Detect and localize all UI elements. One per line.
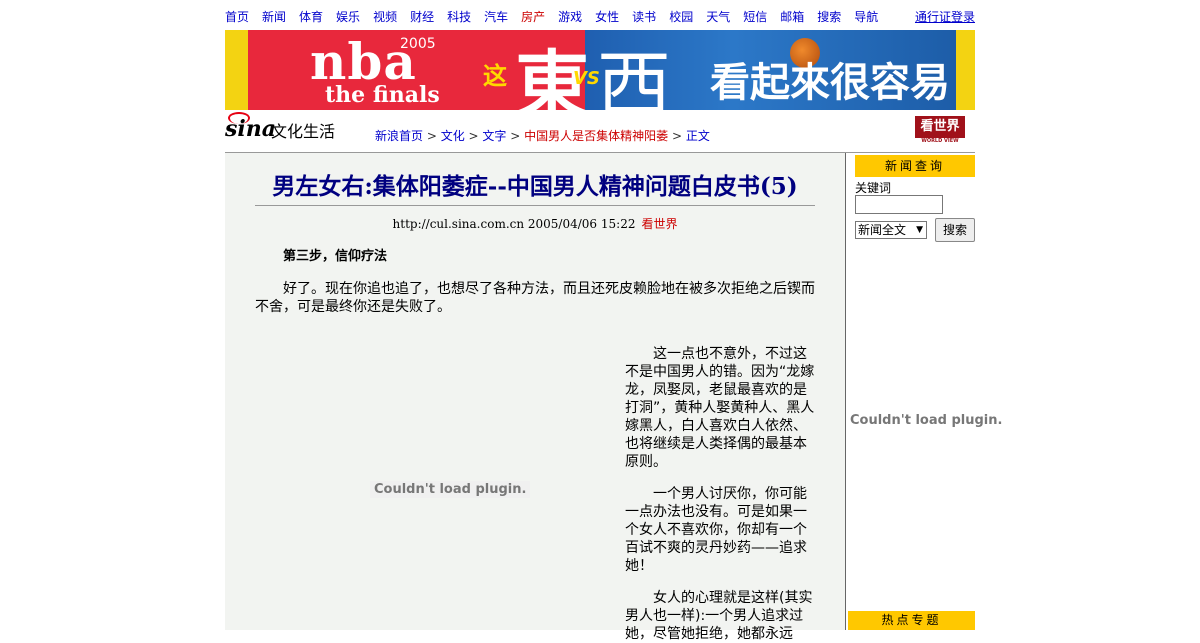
article-paragraph-4: 女人的心理就是这样(其实男人也一样):一个男人追求过她，尽管她拒绝，她都永远: [625, 590, 813, 642]
plugin-error-message: Couldn't load plugin.: [370, 481, 531, 498]
nav-sms[interactable]: 短信: [743, 8, 767, 25]
nav-finance[interactable]: 财经: [410, 8, 434, 25]
keyword-label: 关键词: [855, 181, 892, 195]
nav-auto[interactable]: 汽车: [484, 8, 508, 25]
hot-topics-header: 热点专题: [848, 611, 975, 630]
chevron-down-icon: ▼: [916, 225, 923, 235]
nav-games[interactable]: 游戏: [558, 8, 582, 25]
nav-entertainment[interactable]: 娱乐: [336, 8, 360, 25]
banner-finals-text: the finals: [325, 82, 440, 108]
nav-news[interactable]: 新闻: [262, 8, 286, 25]
search-button[interactable]: 搜索: [935, 218, 975, 242]
breadcrumb-current[interactable]: 正文: [686, 129, 710, 143]
article-meta: http://cul.sina.com.cn 2005/04/06 15:22 看…: [225, 215, 845, 232]
search-scope-value: 新闻全文: [858, 223, 907, 237]
article-paragraph-2: 这一点也不意外，不过这不是中国男人的错。因为“龙嫁龙，凤娶凤，老鼠最喜欢的是打洞…: [625, 346, 815, 470]
breadcrumb: 新浪首页 > 文化 > 文字 > 中国男人是否集体精神阳萎 > 正文: [375, 127, 710, 144]
sidebar: 新闻查询 关键词 新闻全文 ▼ 搜索 Couldn't load plugin.…: [846, 153, 1002, 630]
news-search-header: 新闻查询: [855, 155, 975, 177]
breadcrumb-sep: >: [506, 129, 525, 143]
article-title: 男左女右:集体阳萎症--中国男人精神问题白皮书(5): [272, 173, 798, 200]
kanshijie-logo-sub: WORLD VIEW: [915, 138, 965, 144]
search-scope-select[interactable]: 新闻全文 ▼: [855, 221, 927, 239]
banner-xi: 西: [597, 43, 671, 110]
banner-vs: VS: [573, 68, 600, 89]
article-area: 男左女右:集体阳萎症--中国男人精神问题白皮书(5) http://cul.si…: [225, 153, 845, 642]
banner-year: 2005: [400, 36, 436, 52]
banner-slogan: 看起來很容易: [710, 59, 950, 106]
page-container: 首页 新闻 体育 娱乐 视频 财经 科技 汽车 房产 游戏 女性 读书 校园 天气 短信 邮箱 搜索 导航 通行证…: [225, 0, 1002, 642]
breadcrumb-sep: >: [423, 129, 441, 143]
breadcrumb-sep: >: [464, 129, 483, 143]
nav-video[interactable]: 视频: [373, 8, 397, 25]
nav-sports[interactable]: 体育: [299, 8, 323, 25]
breadcrumb-culture[interactable]: 文化: [441, 129, 465, 143]
keyword-input[interactable]: [855, 195, 943, 214]
nav-campus[interactable]: 校园: [669, 8, 693, 25]
nav-books[interactable]: 读书: [632, 8, 656, 25]
channel-name: 文化生活: [271, 122, 336, 141]
article-url-date: http://cul.sina.com.cn 2005/04/06 15:22: [392, 217, 636, 231]
banner-zhe: 这: [483, 62, 507, 90]
article-paragraph-3: 一个男人讨厌你，你可能一点办法也没有。可是如果一个女人不喜欢你，你却有一个百试不…: [625, 486, 807, 574]
nav-weather[interactable]: 天气: [706, 8, 730, 25]
sina-brand: sina: [225, 116, 276, 142]
nba-finals-banner[interactable]: nba 2005 the finals 这 東 VS 西 看起來很容易: [225, 30, 975, 110]
top-nav: 首页 新闻 体育 娱乐 视频 财经 科技 汽车 房产 游戏 女性 读书 校园 天气 短信 邮箱 搜索 导航 通行证…: [225, 8, 975, 26]
login-link[interactable]: 通行证登录: [915, 8, 975, 25]
sidebar-plugin-error[interactable]: Couldn't load plugin.: [850, 413, 1002, 428]
breadcrumb-sep: >: [668, 129, 686, 143]
sina-culture-logo[interactable]: sina 文化生活: [225, 112, 345, 144]
breadcrumb-topic[interactable]: 中国男人是否集体精神阳萎: [524, 129, 668, 143]
embedded-plugin-area[interactable]: Couldn't load plugin.: [255, 343, 625, 630]
title-divider: [255, 205, 815, 206]
kanshijie-logo[interactable]: 看世界 WORLD VIEW: [915, 116, 965, 144]
breadcrumb-text[interactable]: 文字: [482, 129, 506, 143]
nav-home[interactable]: 首页: [225, 8, 249, 25]
nav-guide[interactable]: 导航: [854, 8, 878, 25]
nav-tech[interactable]: 科技: [447, 8, 471, 25]
nav-mail[interactable]: 邮箱: [780, 8, 804, 25]
nav-women[interactable]: 女性: [595, 8, 619, 25]
nav-house[interactable]: 房产: [521, 8, 545, 25]
article-paragraph-1: 好了。现在你追也追了，也想尽了各种方法，而且还死皮赖脸地在被多次拒绝之后锲而不舍…: [255, 281, 815, 315]
breadcrumb-home[interactable]: 新浪首页: [375, 129, 423, 143]
nav-search[interactable]: 搜索: [817, 8, 841, 25]
kanshijie-logo-text: 看世界: [920, 119, 960, 134]
article-source-link[interactable]: 看世界: [641, 217, 677, 231]
section-heading: 第三步，信仰疗法: [283, 249, 388, 264]
